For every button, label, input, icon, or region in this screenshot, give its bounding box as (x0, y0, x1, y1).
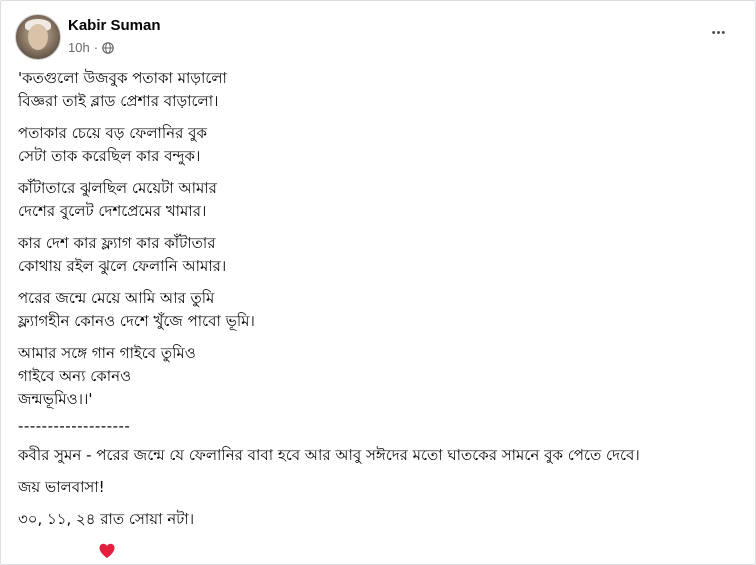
globe-icon[interactable] (102, 41, 114, 54)
avatar-face (28, 24, 48, 50)
poem-line: দেশের বুলেট দেশপ্রেমের খামার। (18, 202, 207, 220)
heart-icon (99, 543, 115, 558)
more-options-button[interactable]: ••• (709, 23, 729, 43)
post-time[interactable]: 10h (68, 40, 90, 55)
poem-line: পতাকার চেয়ে বড় ফেলানির বুক (18, 124, 207, 142)
stanza: কার দেশ কার ফ্ল্যাগ কার কাঁটাতার কোথায় … (18, 232, 738, 278)
note-paragraph: কবীর সুমন - পরের জন্মে যে ফেলানির বাবা হ… (18, 446, 640, 464)
divider-line: ------------------- (18, 417, 131, 435)
post-text: 'কতগুলো উজবুক পতাকা মাড়ালো বিজ্ঞরা তাই … (18, 67, 738, 540)
author-name[interactable]: Kabir Suman (68, 17, 161, 34)
poem-line: কার দেশ কার ফ্ল্যাগ কার কাঁটাতার (18, 234, 216, 252)
stanza: 'কতগুলো উজবুক পতাকা মাড়ালো বিজ্ঞরা তাই … (18, 67, 738, 113)
avatar[interactable] (15, 14, 61, 60)
post-card: Kabir Suman 10h · ••• 'কতগুলো উজবুক পতাক… (0, 0, 756, 565)
poem-line: গাইবে অন্য কোনও (18, 367, 132, 385)
more-options-icon: ••• (711, 27, 727, 39)
poem-line: ফ্ল্যাগহীন কোনও দেশে খুঁজে পাবো ভূমি। (18, 312, 255, 330)
date-paragraph: ৩০, ১১, ২৪ রাত সোয়া নটা। (18, 510, 195, 528)
stanza: পরের জন্মে মেয়ে আমি আর তুমি ফ্ল্যাগহীন … (18, 287, 738, 333)
poem-line: কোথায় রইল ঝুলে ফেলানি আমার। (18, 257, 227, 275)
stanza: কাঁটাতারে ঝুলছিল মেয়েটা আমার দেশের বুলে… (18, 177, 738, 223)
meta-separator: · (93, 40, 99, 55)
stanza: আমার সঙ্গে গান গাইবে তুমিও গাইবে অন্য কো… (18, 342, 738, 411)
greeting-paragraph: জয় ভালবাসা! (18, 478, 105, 496)
stanza: পতাকার চেয়ে বড় ফেলানির বুক সেটা তাক কর… (18, 122, 738, 168)
post-meta: 10h · (68, 40, 114, 55)
poem-line: 'কতগুলো উজবুক পতাকা মাড়ালো (18, 69, 227, 87)
poem-line: সেটা তাক করেছিল কার বন্দুক। (18, 147, 201, 165)
poem-line: কাঁটাতারে ঝুলছিল মেয়েটা আমার (18, 179, 217, 197)
poem-line: বিজ্ঞরা তাই ব্লাড প্রেশার বাড়ালো। (18, 92, 219, 110)
poem-line: পরের জন্মে মেয়ে আমি আর তুমি (18, 289, 215, 307)
poem-line: আমার সঙ্গে গান গাইবে তুমিও (18, 344, 196, 362)
poem-line: জন্মভূমিও।।' (18, 390, 93, 408)
